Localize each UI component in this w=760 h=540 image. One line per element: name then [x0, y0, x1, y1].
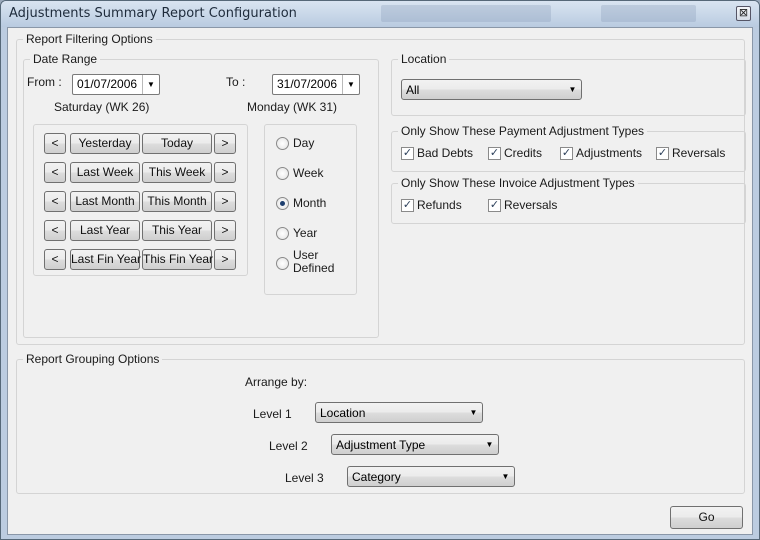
level-3-label: Level 3	[285, 471, 324, 485]
adjustments-checkbox[interactable]: ✓	[560, 147, 573, 160]
invoice-reversals-checkbox[interactable]: ✓	[488, 199, 501, 212]
prev-week-button[interactable]: <	[44, 162, 66, 183]
to-label: To :	[226, 75, 246, 89]
location-group: Location All ▼	[391, 52, 746, 116]
prev-month-button[interactable]: <	[44, 191, 66, 212]
this-year-button[interactable]: This Year	[142, 220, 212, 241]
radio-week[interactable]	[276, 167, 289, 180]
quick-range-panel: < Yesterday Today > < Last Week This Wee…	[33, 124, 248, 276]
radio-month-label: Month	[293, 196, 327, 210]
payment-reversals-label: Reversals	[672, 146, 726, 160]
location-title: Location	[398, 52, 450, 66]
level-2-select[interactable]: Adjustment Type ▼	[331, 434, 499, 455]
radio-user-defined-label: User Defined	[293, 248, 335, 275]
level-3-value: Category	[352, 470, 401, 484]
last-month-button[interactable]: Last Month	[70, 191, 140, 212]
date-range-title: Date Range	[30, 52, 101, 66]
next-month-button[interactable]: >	[214, 191, 236, 212]
to-date-value: 31/07/2006	[277, 77, 338, 91]
from-day-label: Saturday (WK 26)	[54, 100, 150, 114]
title-bar[interactable]: Adjustments Summary Report Configuration…	[1, 1, 759, 27]
chevron-down-icon[interactable]: ▼	[142, 75, 159, 94]
level-1-value: Location	[320, 406, 366, 420]
radio-year[interactable]	[276, 227, 289, 240]
report-filtering-group: Report Filtering Options Date Range From…	[16, 32, 746, 345]
payment-types-title: Only Show These Payment Adjustment Types	[398, 124, 648, 138]
level-1-label: Level 1	[253, 407, 292, 421]
invoice-reversals-label: Reversals	[504, 198, 558, 212]
radio-year-label: Year	[293, 226, 318, 240]
credits-checkbox[interactable]: ✓	[488, 147, 501, 160]
this-week-button[interactable]: This Week	[142, 162, 212, 183]
this-fin-year-button[interactable]: This Fin Year	[142, 249, 213, 270]
level-2-label: Level 2	[269, 439, 308, 453]
go-button[interactable]: Go	[670, 506, 743, 529]
refunds-checkbox[interactable]: ✓	[401, 199, 414, 212]
today-button[interactable]: Today	[142, 133, 212, 154]
last-year-button[interactable]: Last Year	[70, 220, 140, 241]
bad-debts-checkbox[interactable]: ✓	[401, 147, 414, 160]
chevron-down-icon[interactable]: ▼	[342, 75, 359, 94]
radio-month[interactable]	[276, 197, 289, 210]
to-date-picker[interactable]: 31/07/2006 ▼	[272, 74, 360, 95]
dialog-body: Report Filtering Options Date Range From…	[7, 27, 753, 535]
report-grouping-title: Report Grouping Options	[23, 352, 163, 366]
radio-day[interactable]	[276, 137, 289, 150]
adjustments-label: Adjustments	[576, 146, 643, 160]
level-3-select[interactable]: Category ▼	[347, 466, 515, 487]
next-week-button[interactable]: >	[214, 162, 236, 183]
invoice-types-group: Only Show These Invoice Adjustment Types…	[391, 176, 746, 224]
from-date-value: 01/07/2006	[77, 77, 138, 91]
close-button[interactable]: ⊠	[736, 6, 751, 21]
background-blur	[381, 5, 551, 22]
refunds-label: Refunds	[417, 198, 462, 212]
prev-year-button[interactable]: <	[44, 220, 66, 241]
chevron-down-icon[interactable]: ▼	[481, 435, 498, 454]
this-month-button[interactable]: This Month	[142, 191, 212, 212]
chevron-down-icon[interactable]: ▼	[564, 80, 581, 99]
radio-user-defined[interactable]	[276, 257, 289, 270]
payment-reversals-checkbox[interactable]: ✓	[656, 147, 669, 160]
chevron-down-icon[interactable]: ▼	[465, 403, 482, 422]
window-title: Adjustments Summary Report Configuration	[9, 6, 297, 21]
next-year-button[interactable]: >	[214, 220, 236, 241]
arrange-by-label: Arrange by:	[245, 375, 308, 389]
report-filtering-title: Report Filtering Options	[23, 32, 156, 46]
location-value: All	[406, 83, 420, 97]
radio-day-label: Day	[293, 136, 315, 150]
level-2-value: Adjustment Type	[336, 438, 426, 452]
last-week-button[interactable]: Last Week	[70, 162, 140, 183]
period-panel: Day Week Month Year User Defined	[264, 124, 357, 295]
from-label: From :	[27, 75, 62, 89]
prev-yesterday-button[interactable]: <	[44, 133, 66, 154]
payment-types-group: Only Show These Payment Adjustment Types…	[391, 124, 746, 172]
location-select[interactable]: All ▼	[401, 79, 582, 100]
yesterday-button[interactable]: Yesterday	[70, 133, 140, 154]
report-grouping-group: Report Grouping Options Arrange by: Leve…	[16, 352, 745, 494]
bad-debts-label: Bad Debts	[417, 146, 474, 160]
prev-fin-year-button[interactable]: <	[44, 249, 66, 270]
radio-week-label: Week	[293, 166, 324, 180]
to-day-label: Monday (WK 31)	[247, 100, 338, 114]
from-date-picker[interactable]: 01/07/2006 ▼	[72, 74, 160, 95]
date-range-group: Date Range From : 01/07/2006 ▼ Saturday …	[23, 52, 379, 338]
chevron-down-icon[interactable]: ▼	[497, 467, 514, 486]
invoice-types-title: Only Show These Invoice Adjustment Types	[398, 176, 638, 190]
report-config-window: Adjustments Summary Report Configuration…	[0, 0, 760, 540]
credits-label: Credits	[504, 146, 543, 160]
next-today-button[interactable]: >	[214, 133, 236, 154]
next-fin-year-button[interactable]: >	[214, 249, 236, 270]
level-1-select[interactable]: Location ▼	[315, 402, 483, 423]
last-fin-year-button[interactable]: Last Fin Year	[70, 249, 141, 270]
background-blur	[601, 5, 696, 22]
